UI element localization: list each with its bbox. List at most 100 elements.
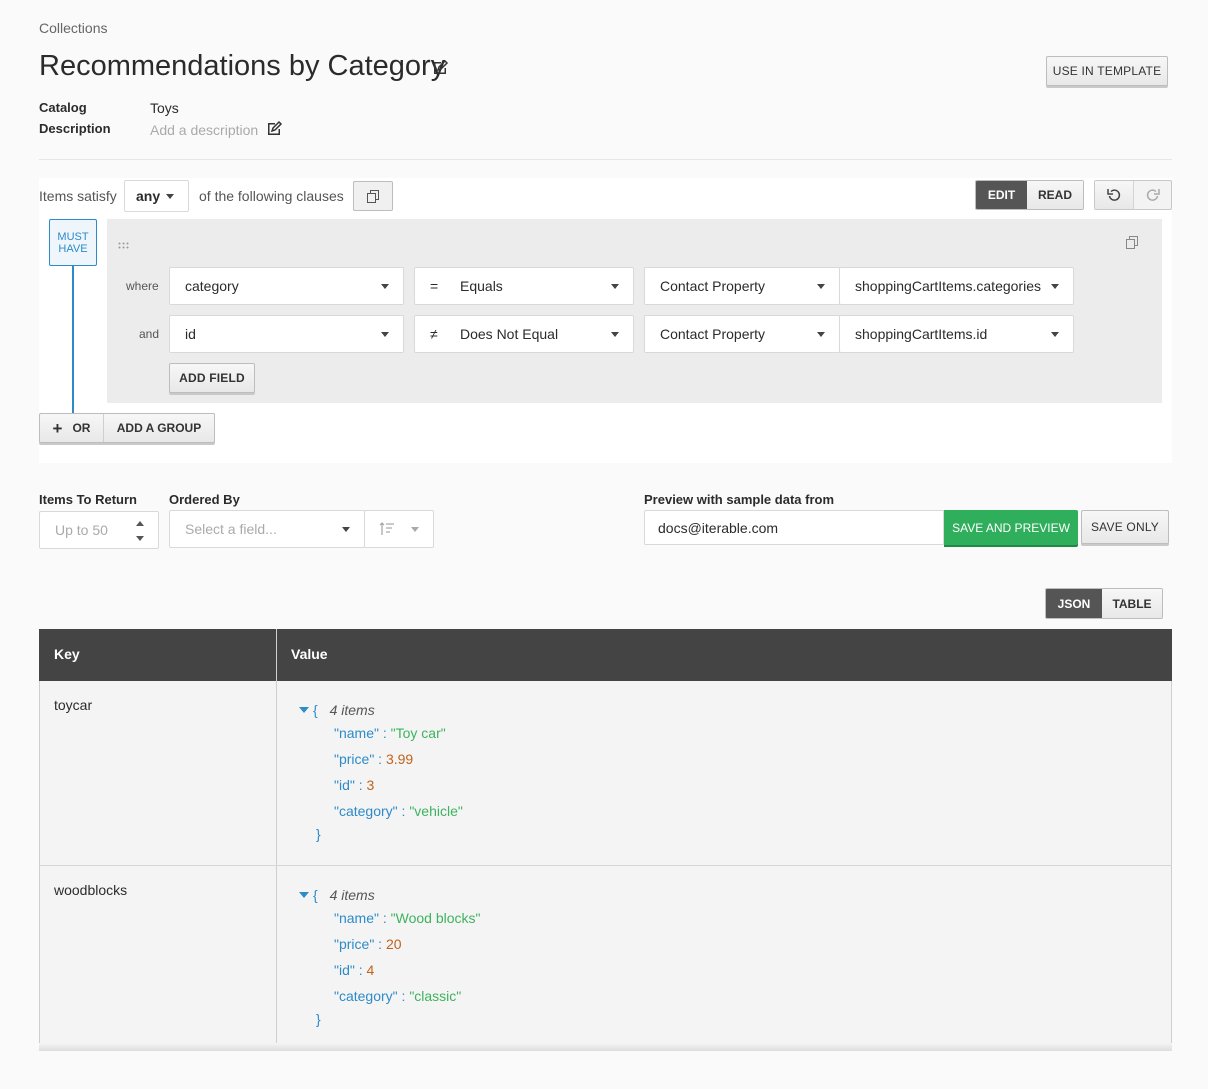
key-column-header: Key xyxy=(54,646,80,662)
table-view-button[interactable]: TABLE xyxy=(1102,589,1162,618)
add-group-button[interactable]: ADD A GROUP xyxy=(104,414,214,442)
clauses-suffix: of the following clauses xyxy=(199,188,344,204)
group-connector-line xyxy=(72,266,74,414)
value-column-header: Value xyxy=(291,646,328,662)
table-row-key: toycar xyxy=(54,697,93,713)
save-only-button[interactable]: SAVE ONLY xyxy=(1081,510,1169,544)
json-value: 3.99 xyxy=(385,751,414,767)
must-have-badge[interactable]: MUST HAVE xyxy=(49,219,97,266)
save-and-preview-button[interactable]: SAVE AND PREVIEW xyxy=(944,510,1078,545)
copy-icon xyxy=(367,189,379,203)
column-divider xyxy=(276,629,277,1051)
read-mode-button[interactable]: READ xyxy=(1027,181,1083,209)
value-select[interactable]: shoppingCartItems.categories xyxy=(839,267,1074,305)
operator-select[interactable]: = Equals xyxy=(414,267,634,305)
value-select[interactable]: shoppingCartItems.id xyxy=(839,315,1074,353)
field-select[interactable]: category xyxy=(169,267,404,305)
must-have-line-1: MUST xyxy=(57,231,89,243)
page-title: Recommendations by Category xyxy=(39,50,446,82)
chevron-down-icon xyxy=(611,332,619,337)
chevron-down-icon xyxy=(166,194,174,199)
clause-connector-where: where xyxy=(126,279,159,293)
operator-value: Does Not Equal xyxy=(460,326,559,342)
edit-title-icon[interactable] xyxy=(432,59,449,81)
description-placeholder[interactable]: Add a description xyxy=(150,122,258,138)
breadcrumb[interactable]: Collections xyxy=(39,20,107,36)
json-value: "Wood blocks" xyxy=(390,910,481,926)
value-select-value: shoppingCartItems.id xyxy=(855,326,988,342)
json-key: "category" xyxy=(334,988,398,1004)
or-label: OR xyxy=(72,421,91,435)
edit-mode-button[interactable]: EDIT xyxy=(976,181,1027,209)
divider xyxy=(39,159,1172,160)
sort-direction-select[interactable] xyxy=(364,510,434,548)
undo-button[interactable] xyxy=(1095,181,1134,209)
json-value: "vehicle" xyxy=(409,803,463,819)
collapse-toggle-icon[interactable] xyxy=(299,892,309,898)
table-row-key: woodblocks xyxy=(54,882,128,898)
field-select-value: category xyxy=(185,278,239,294)
results-table xyxy=(39,629,1172,1051)
stepper-up-icon[interactable] xyxy=(136,521,144,526)
clauses-prefix: Items satisfy xyxy=(39,188,117,204)
chevron-down-icon xyxy=(1051,332,1059,337)
edit-description-icon[interactable] xyxy=(266,120,283,142)
json-field: "id" : 4 xyxy=(334,962,375,978)
json-view-button[interactable]: JSON xyxy=(1046,589,1102,618)
json-field: "price" : 20 xyxy=(334,936,402,952)
undo-redo-group xyxy=(1094,180,1172,210)
json-brace: { xyxy=(313,702,318,718)
preview-email-input[interactable]: docs@iterable.com xyxy=(644,510,944,545)
match-mode-select[interactable]: any xyxy=(124,180,189,212)
row-divider xyxy=(39,865,1172,866)
operator-value: Equals xyxy=(460,278,503,294)
json-object-open: { 4 items xyxy=(313,887,375,903)
redo-button[interactable] xyxy=(1134,181,1171,209)
source-value: Contact Property xyxy=(660,278,766,294)
copy-clauses-button[interactable] xyxy=(353,181,393,211)
source-select[interactable]: Contact Property xyxy=(644,267,840,305)
ordered-by-select[interactable]: Select a field... xyxy=(169,510,365,548)
copy-group-icon[interactable] xyxy=(1126,236,1138,254)
ordered-by-label: Ordered By xyxy=(169,492,240,507)
preview-email-value: docs@iterable.com xyxy=(658,520,779,536)
chevron-down-icon xyxy=(381,284,389,289)
json-value: 3 xyxy=(366,777,375,793)
plus-icon: + xyxy=(52,418,63,438)
operator-symbol: = xyxy=(430,278,439,294)
json-key: "name" xyxy=(334,910,379,926)
json-key: "category" xyxy=(334,803,398,819)
json-key: "price" xyxy=(334,936,375,952)
json-value: "Toy car" xyxy=(390,725,446,741)
json-value: 4 xyxy=(366,962,375,978)
chevron-down-icon xyxy=(342,527,350,532)
must-have-line-2: HAVE xyxy=(58,243,88,255)
match-mode-value: any xyxy=(136,188,161,204)
json-key: "price" xyxy=(334,751,375,767)
add-field-button[interactable]: ADD FIELD xyxy=(169,363,255,393)
operator-select[interactable]: ≠ Does Not Equal xyxy=(414,315,634,353)
drag-handle-icon[interactable] xyxy=(118,237,130,249)
json-object-close: } xyxy=(316,826,321,842)
sort-icon xyxy=(379,522,394,535)
chevron-down-icon xyxy=(1051,284,1059,289)
collapse-toggle-icon[interactable] xyxy=(299,707,309,713)
chevron-down-icon xyxy=(817,332,825,337)
or-group-buttons: + OR ADD A GROUP xyxy=(39,413,215,443)
chevron-down-icon xyxy=(817,284,825,289)
source-value: Contact Property xyxy=(660,326,766,342)
stepper-down-icon[interactable] xyxy=(136,536,144,541)
items-to-return-input[interactable]: Up to 50 xyxy=(39,511,159,549)
value-select-value: shoppingCartItems.categories xyxy=(855,278,1041,294)
clause-connector-and: and xyxy=(139,327,160,341)
preview-label: Preview with sample data from xyxy=(644,492,835,507)
json-field: "price" : 3.99 xyxy=(334,751,414,767)
undo-icon xyxy=(1107,189,1121,201)
field-select[interactable]: id xyxy=(169,315,404,353)
catalog-label: Catalog xyxy=(39,100,87,115)
json-object-close: } xyxy=(316,1011,321,1027)
source-select[interactable]: Contact Property xyxy=(644,315,840,353)
add-or-button[interactable]: + OR xyxy=(40,414,104,442)
use-in-template-button[interactable]: USE IN TEMPLATE xyxy=(1046,56,1168,86)
json-value: "classic" xyxy=(409,988,462,1004)
